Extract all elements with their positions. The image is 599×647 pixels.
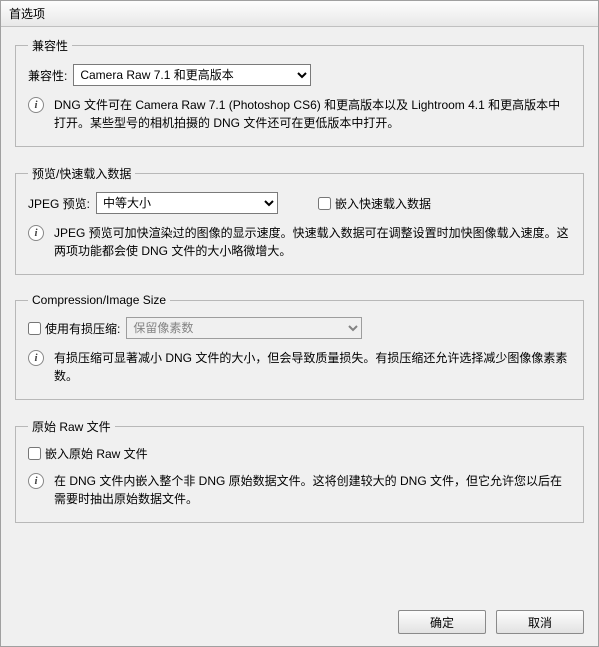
compatibility-select[interactable]: Camera Raw 7.1 和更高版本: [73, 64, 311, 86]
titlebar: 首选项: [1, 1, 598, 27]
jpeg-preview-label: JPEG 预览:: [28, 195, 90, 212]
info-icon: i: [28, 97, 44, 113]
lossy-checkbox[interactable]: 使用有损压缩:: [28, 320, 120, 337]
info-icon: i: [28, 350, 44, 366]
raw-legend: 原始 Raw 文件: [28, 418, 115, 435]
ok-button[interactable]: 确定: [398, 610, 486, 634]
info-icon: i: [28, 225, 44, 241]
compatibility-group: 兼容性 兼容性: Camera Raw 7.1 和更高版本 i DNG 文件可在…: [15, 37, 584, 147]
jpeg-preview-select[interactable]: 中等大小: [96, 192, 278, 214]
compression-legend: Compression/Image Size: [28, 293, 170, 307]
content-area: 兼容性 兼容性: Camera Raw 7.1 和更高版本 i DNG 文件可在…: [1, 27, 598, 602]
button-bar: 确定 取消: [1, 602, 598, 646]
embed-fastload-checkbox[interactable]: 嵌入快速载入数据: [318, 195, 431, 212]
info-icon: i: [28, 473, 44, 489]
lossy-input[interactable]: [28, 322, 41, 335]
compatibility-legend: 兼容性: [28, 37, 72, 54]
compression-group: Compression/Image Size 使用有损压缩: 保留像素数 i 有…: [15, 293, 584, 400]
embed-raw-input[interactable]: [28, 447, 41, 460]
preferences-dialog: 首选项 兼容性 兼容性: Camera Raw 7.1 和更高版本 i DNG …: [0, 0, 599, 647]
preview-legend: 预览/快速载入数据: [28, 165, 135, 182]
compatibility-label: 兼容性:: [28, 67, 67, 84]
raw-info: 在 DNG 文件内嵌入整个非 DNG 原始数据文件。这将创建较大的 DNG 文件…: [54, 472, 571, 508]
embed-raw-label: 嵌入原始 Raw 文件: [45, 445, 148, 462]
embed-fastload-input[interactable]: [318, 197, 331, 210]
preview-group: 预览/快速载入数据 JPEG 预览: 中等大小 嵌入快速载入数据 i JPEG …: [15, 165, 584, 275]
cancel-button[interactable]: 取消: [496, 610, 584, 634]
preview-info: JPEG 预览可加快渲染过的图像的显示速度。快速载入数据可在调整设置时加快图像载…: [54, 224, 571, 260]
compatibility-info: DNG 文件可在 Camera Raw 7.1 (Photoshop CS6) …: [54, 96, 571, 132]
embed-raw-checkbox[interactable]: 嵌入原始 Raw 文件: [28, 445, 148, 462]
window-title: 首选项: [9, 5, 45, 22]
lossy-select: 保留像素数: [126, 317, 362, 339]
compression-info: 有损压缩可显著减小 DNG 文件的大小，但会导致质量损失。有损压缩还允许选择减少…: [54, 349, 571, 385]
lossy-label: 使用有损压缩:: [45, 320, 120, 337]
embed-fastload-label: 嵌入快速载入数据: [335, 195, 431, 212]
raw-group: 原始 Raw 文件 嵌入原始 Raw 文件 i 在 DNG 文件内嵌入整个非 D…: [15, 418, 584, 523]
